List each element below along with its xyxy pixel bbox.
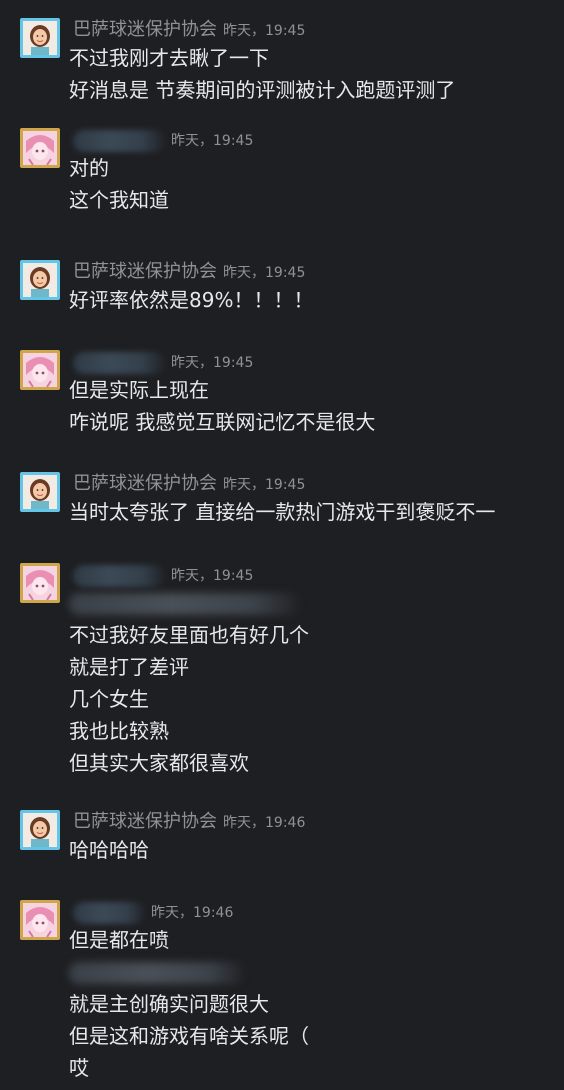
anime-girl-avatar[interactable] xyxy=(20,900,60,940)
message-text: 但是这和游戏有啥关系呢（ xyxy=(69,1024,309,1048)
woman-portrait-avatar[interactable] xyxy=(20,810,60,850)
message-text: 但是实际上现在 xyxy=(69,378,209,402)
message-timestamp: 昨天，19:46 xyxy=(151,905,234,921)
message-header: 巴萨球迷保护协会 昨天，19:45 xyxy=(73,260,305,284)
message-text: 这个我知道 xyxy=(69,188,169,212)
message-timestamp: 昨天，19:45 xyxy=(223,23,306,39)
message-header: 巴萨球迷保护协会 昨天，19:46 xyxy=(73,810,305,834)
message-timestamp: 昨天，19:46 xyxy=(223,815,306,831)
message-text: 哈哈哈哈 xyxy=(69,838,149,862)
blurred-sender-name[interactable] xyxy=(73,564,165,587)
message-text: 好评率依然是89%！！！！ xyxy=(69,288,314,312)
message-text: 几个女生 xyxy=(69,687,149,711)
message-text: 但其实大家都很喜欢 xyxy=(69,751,249,775)
message-text: 好消息是 节奏期间的评测被计入跑题评测了 xyxy=(69,78,456,102)
blurred-message-line xyxy=(69,587,309,619)
message-timestamp: 昨天，19:45 xyxy=(223,265,306,281)
woman-portrait-avatar[interactable] xyxy=(20,18,60,58)
message-text: 对的 xyxy=(69,156,109,180)
message-header: 巴萨球迷保护协会 昨天，19:45 xyxy=(73,18,305,42)
message-header: 昨天，19:45 xyxy=(73,128,253,152)
message-timestamp: 昨天，19:45 xyxy=(171,568,254,584)
message-header: 昨天，19:45 xyxy=(73,563,253,587)
anime-girl-avatar[interactable] xyxy=(20,128,60,168)
message-text: 就是打了差评 xyxy=(69,655,189,679)
blurred-message-line xyxy=(69,956,309,988)
message-header: 昨天，19:46 xyxy=(73,900,233,924)
sender-name[interactable]: 巴萨球迷保护协会 xyxy=(73,811,217,832)
message-text: 我也比较熟 xyxy=(69,719,169,743)
blurred-sender-name[interactable] xyxy=(73,901,145,924)
message-header: 巴萨球迷保护协会 昨天，19:45 xyxy=(73,472,305,496)
woman-portrait-avatar[interactable] xyxy=(20,472,60,512)
message-text: 但是都在喷 xyxy=(69,928,169,952)
message-text: 就是主创确实问题很大 xyxy=(69,992,269,1016)
message-timestamp: 昨天，19:45 xyxy=(223,477,306,493)
message-text: 哎 xyxy=(69,1056,89,1080)
message-text: 不过我好友里面也有好几个 xyxy=(69,623,309,647)
message-text: 不过我刚才去瞅了一下 xyxy=(69,46,269,70)
message-text: 当时太夸张了 直接给一款热门游戏干到褒贬不一 xyxy=(69,500,496,524)
sender-name[interactable]: 巴萨球迷保护协会 xyxy=(73,19,217,40)
message-header: 昨天，19:45 xyxy=(73,350,253,374)
chat-message-list: 巴萨球迷保护协会 昨天，19:45 不过我刚才去瞅了一下 好消息是 节奏期间的评测… xyxy=(0,0,564,1090)
message-timestamp: 昨天，19:45 xyxy=(171,355,254,371)
anime-girl-avatar[interactable] xyxy=(20,563,60,603)
blurred-sender-name[interactable] xyxy=(73,129,165,152)
woman-portrait-avatar[interactable] xyxy=(20,260,60,300)
anime-girl-avatar[interactable] xyxy=(20,350,60,390)
sender-name[interactable]: 巴萨球迷保护协会 xyxy=(73,473,217,494)
blurred-sender-name[interactable] xyxy=(73,351,165,374)
sender-name[interactable]: 巴萨球迷保护协会 xyxy=(73,261,217,282)
message-timestamp: 昨天，19:45 xyxy=(171,133,254,149)
message-text: 咋说呢 我感觉互联网记忆不是很大 xyxy=(69,410,376,434)
